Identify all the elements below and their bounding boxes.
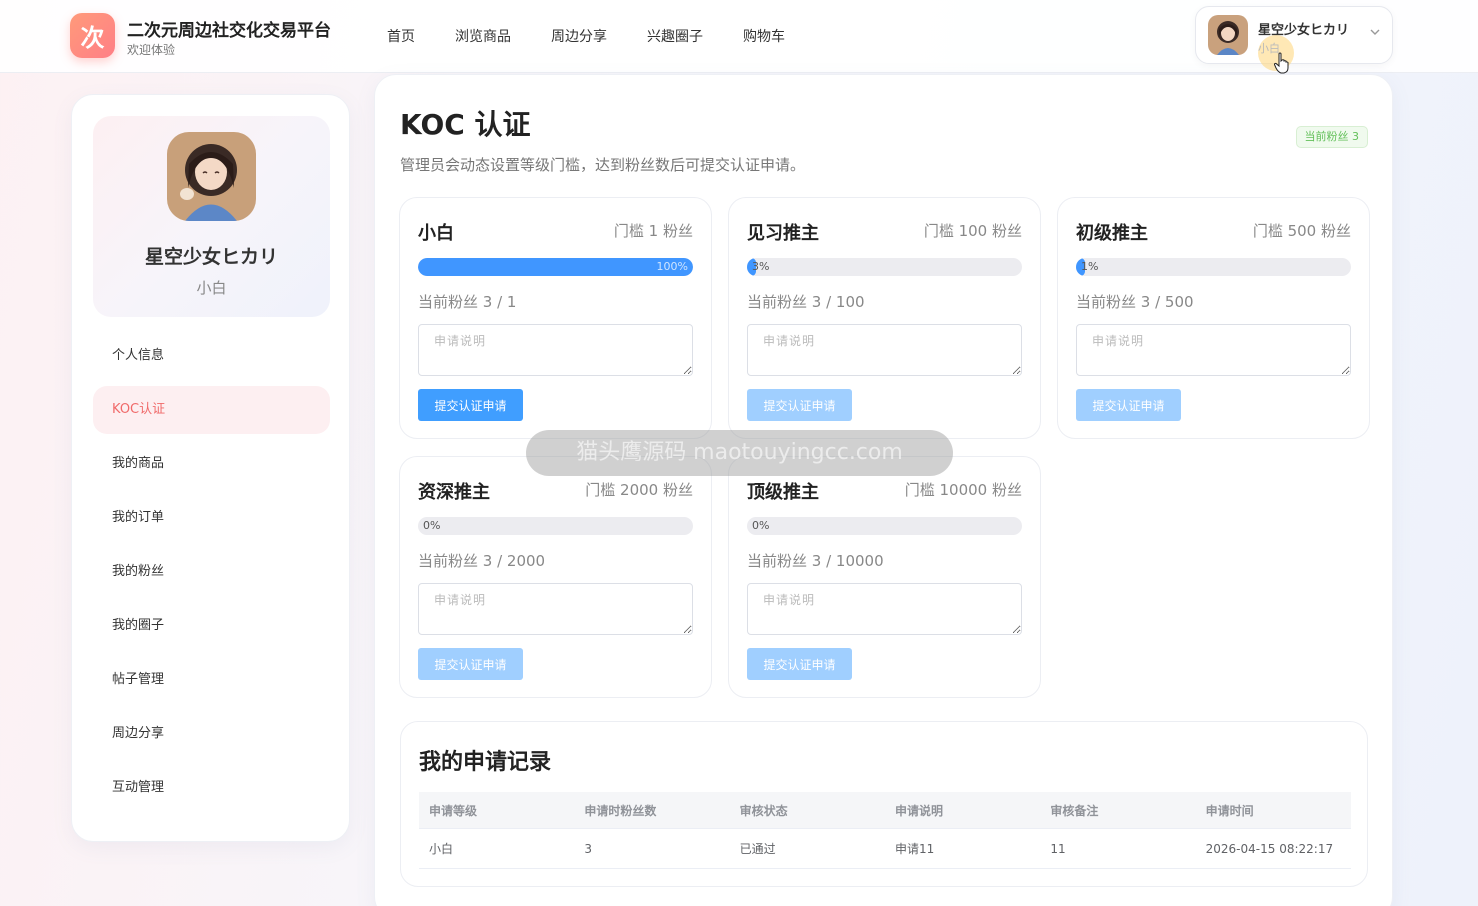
- side-menu: 个人信息 KOC认证 我的商品 我的订单 我的粉丝 我的圈子 帖子管理 周边分享…: [93, 332, 330, 818]
- hand-cursor-icon: [1273, 52, 1289, 74]
- nav-item-circles[interactable]: 兴趣圈子: [647, 26, 703, 46]
- sidebar-item-koc-certification[interactable]: KOC认证: [93, 386, 330, 434]
- user-menu[interactable]: 星空少女ヒカリ 小白: [1195, 6, 1393, 74]
- submit-application-button[interactable]: 提交认证申请: [747, 648, 852, 680]
- progress-label: 100%: [656, 260, 688, 273]
- level-name: 资深推主: [418, 482, 490, 503]
- current-fans-text: 当前粉丝 3 / 2000: [418, 552, 546, 570]
- user-name: 星空少女ヒカリ: [1258, 23, 1350, 38]
- progress-label: 0%: [752, 519, 770, 532]
- top-header: 次 二次元周边社交化交易平台 欢迎体验 首页 浏览商品 周边分享 兴趣圈子 购物…: [0, 0, 1478, 74]
- current-fans-badge: 当前粉丝 3: [1295, 126, 1368, 148]
- sidebar-item-post-management[interactable]: 帖子管理: [93, 656, 330, 704]
- site-title: 二次元周边社交化交易平台: [127, 21, 331, 41]
- table-cell: 申请11: [894, 842, 935, 856]
- column-header: 审核状态: [739, 803, 788, 818]
- current-fans-text: 当前粉丝 3 / 500: [1076, 293, 1194, 311]
- column-header: 申请等级: [429, 803, 478, 818]
- level-name: 小白: [418, 223, 454, 244]
- current-fans-text: 当前粉丝 3 / 1: [418, 293, 517, 311]
- site-subtitle: 欢迎体验: [127, 43, 176, 57]
- level-threshold: 门槛 2000 粉丝: [585, 481, 693, 499]
- progress-bar: 0%: [418, 517, 693, 535]
- progress-bar: 3%: [747, 258, 1022, 276]
- column-header: 申请时间: [1205, 803, 1254, 818]
- level-name: 初级推主: [1076, 223, 1148, 244]
- level-name: 见习推主: [747, 223, 819, 244]
- profile-avatar: [167, 132, 256, 221]
- watermark: 猫头鹰源码 maotouyingcc.com: [526, 430, 953, 476]
- progress-bar: 0%: [747, 517, 1022, 535]
- level-threshold: 门槛 100 粉丝: [923, 222, 1022, 240]
- sidebar-item-my-circles[interactable]: 我的圈子: [93, 602, 330, 650]
- main-nav: 首页 浏览商品 周边分享 兴趣圈子 购物车: [387, 26, 825, 46]
- nav-item-browse-products[interactable]: 浏览商品: [455, 26, 511, 46]
- current-fans-text: 当前粉丝 3 / 100: [747, 293, 865, 311]
- application-note-input[interactable]: [418, 583, 693, 635]
- table-cell: 2026-04-15 08:22:17: [1205, 841, 1334, 856]
- application-note-input[interactable]: [747, 583, 1022, 635]
- nav-item-merch-share[interactable]: 周边分享: [551, 26, 607, 46]
- profile-name: 星空少女ヒカリ: [144, 246, 278, 268]
- level-threshold: 门槛 1 粉丝: [613, 222, 693, 240]
- progress-fill: [418, 258, 693, 276]
- level-card: 初级推主 门槛 500 粉丝 1% 当前粉丝 3 / 500 提交认证申请: [1057, 197, 1370, 439]
- sidebar-item-profile[interactable]: 个人信息: [93, 332, 330, 380]
- sidebar-item-my-products[interactable]: 我的商品: [93, 440, 330, 488]
- submit-application-button[interactable]: 提交认证申请: [1076, 389, 1181, 421]
- submit-application-button[interactable]: 提交认证申请: [418, 389, 523, 421]
- level-card: 见习推主 门槛 100 粉丝 3% 当前粉丝 3 / 100 提交认证申请: [728, 197, 1041, 439]
- progress-label: 0%: [423, 519, 441, 532]
- table-cell: 3: [584, 841, 592, 856]
- site-logo[interactable]: 次: [70, 13, 115, 58]
- sidebar-item-my-fans[interactable]: 我的粉丝: [93, 548, 330, 596]
- table-cell: 11: [1050, 841, 1066, 856]
- sidebar-item-merch-share[interactable]: 周边分享: [93, 710, 330, 758]
- sidebar-item-my-orders[interactable]: 我的订单: [93, 494, 330, 542]
- level-card: 小白 门槛 1 粉丝 100% 当前粉丝 3 / 1 提交认证申请: [399, 197, 712, 439]
- progress-label: 1%: [1081, 260, 1099, 273]
- records-table: 申请等级 申请时粉丝数 审核状态 申请说明 审核备注 申请时间 小白 3 已通过…: [419, 792, 1351, 869]
- nav-item-home[interactable]: 首页: [387, 26, 415, 46]
- level-name: 顶级推主: [747, 482, 819, 503]
- table-header: 申请等级 申请时粉丝数 审核状态 申请说明 审核备注 申请时间: [419, 792, 1351, 829]
- column-header: 审核备注: [1050, 803, 1099, 818]
- page-title: KOC 认证: [400, 108, 531, 141]
- submit-application-button[interactable]: 提交认证申请: [747, 389, 852, 421]
- progress-label: 3%: [752, 260, 770, 273]
- level-card: 资深推主 门槛 2000 粉丝 0% 当前粉丝 3 / 2000 提交认证申请: [399, 456, 712, 698]
- progress-bar: 100%: [418, 258, 693, 276]
- application-note-input[interactable]: [1076, 324, 1351, 376]
- column-header: 申请时粉丝数: [584, 803, 657, 818]
- sidebar-item-interaction-management[interactable]: 互动管理: [93, 764, 330, 812]
- table-cell: 已通过: [739, 842, 776, 856]
- records-title: 我的申请记录: [419, 750, 552, 775]
- level-threshold: 门槛 500 粉丝: [1252, 222, 1351, 240]
- chevron-down-icon: [1370, 29, 1380, 35]
- application-note-input[interactable]: [418, 324, 693, 376]
- progress-bar: 1%: [1076, 258, 1351, 276]
- application-note-input[interactable]: [747, 324, 1022, 376]
- table-row: 小白 3 已通过 申请11 11 2026-04-15 08:22:17: [419, 829, 1351, 869]
- application-records: 我的申请记录 申请等级 申请时粉丝数 审核状态 申请说明 审核备注 申请时间 小…: [400, 721, 1368, 887]
- table-cell: 小白: [429, 842, 454, 856]
- page-description: 管理员会动态设置等级门槛，达到粉丝数后可提交认证申请。: [400, 156, 806, 174]
- profile-level: 小白: [196, 279, 227, 297]
- main-panel: KOC 认证 管理员会动态设置等级门槛，达到粉丝数后可提交认证申请。 当前粉丝 …: [374, 74, 1393, 906]
- level-card: 顶级推主 门槛 10000 粉丝 0% 当前粉丝 3 / 10000 提交认证申…: [728, 456, 1041, 698]
- nav-item-cart[interactable]: 购物车: [743, 26, 785, 46]
- current-fans-text: 当前粉丝 3 / 10000: [747, 552, 884, 570]
- sidebar: 星空少女ヒカリ 小白 个人信息 KOC认证 我的商品 我的订单 我的粉丝 我的圈…: [71, 94, 350, 842]
- level-threshold: 门槛 10000 粉丝: [904, 481, 1022, 499]
- profile-card: 星空少女ヒカリ 小白: [93, 116, 330, 317]
- avatar: [1208, 15, 1248, 55]
- submit-application-button[interactable]: 提交认证申请: [418, 648, 523, 680]
- column-header: 申请说明: [894, 803, 943, 818]
